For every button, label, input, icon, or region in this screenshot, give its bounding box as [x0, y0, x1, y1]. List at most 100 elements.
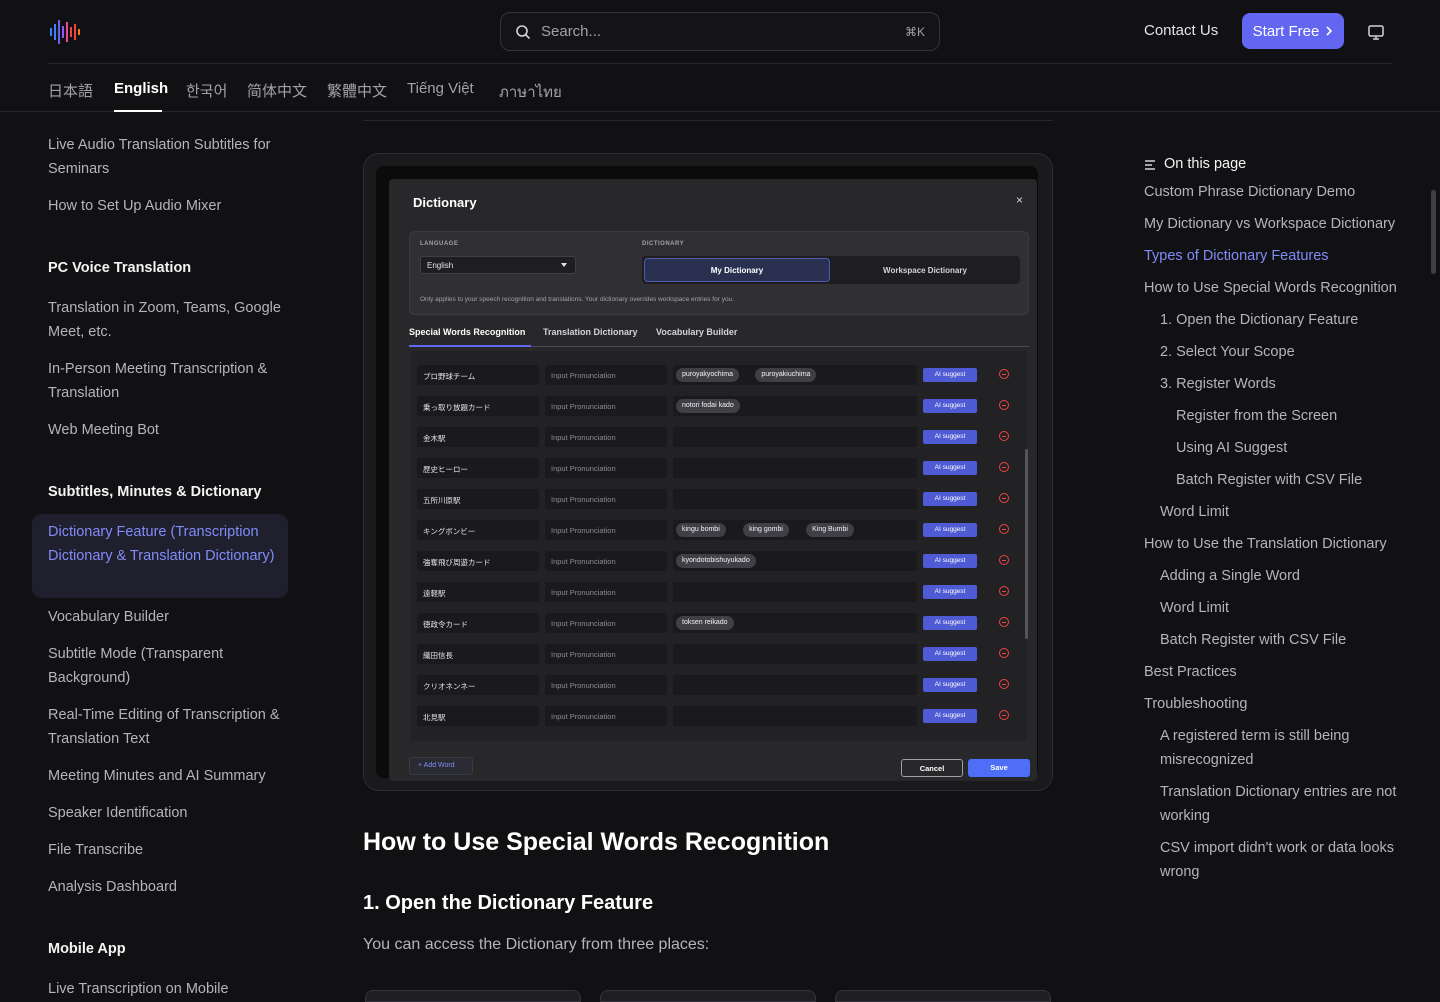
ai-suggest-button[interactable]: AI suggest — [923, 399, 977, 413]
toc-item[interactable]: Best Practices — [1144, 660, 1414, 684]
tab-translation-dictionary[interactable]: Translation Dictionary — [543, 327, 638, 337]
toc-item[interactable]: Troubleshooting — [1144, 692, 1414, 716]
toc-item[interactable]: 3. Register Words — [1160, 372, 1414, 396]
pronunciation-input[interactable]: Input Pronunciation — [545, 551, 667, 571]
pronunciation-input[interactable]: Input Pronunciation — [545, 644, 667, 664]
thumbnail-1[interactable] — [365, 990, 581, 1002]
page-scrollbar[interactable] — [1431, 190, 1436, 274]
ai-suggest-button[interactable]: AI suggest — [923, 678, 977, 692]
term-cell[interactable]: 北見駅 — [417, 706, 539, 726]
toc-item[interactable]: A registered term is still being misreco… — [1160, 724, 1414, 772]
ai-suggest-button[interactable]: AI suggest — [923, 554, 977, 568]
lang-tab-ja[interactable]: 日本語 — [48, 80, 93, 101]
ai-suggest-button[interactable]: AI suggest — [923, 492, 977, 506]
thumbnail-3[interactable] — [835, 990, 1051, 1002]
term-cell[interactable]: 乗っ取り放題カード — [417, 396, 539, 416]
lang-tab-vi[interactable]: Tiếng Việt — [407, 80, 474, 97]
sidebar-item-realtime-editing[interactable]: Real-Time Editing of Transcription & Tra… — [48, 703, 288, 751]
pronunciation-input[interactable]: Input Pronunciation — [545, 365, 667, 385]
sidebar-item-in-person[interactable]: In-Person Meeting Transcription & Transl… — [48, 357, 288, 405]
ai-suggest-button[interactable]: AI suggest — [923, 709, 977, 723]
lang-tab-en[interactable]: English — [114, 80, 168, 97]
tab-vocabulary-builder[interactable]: Vocabulary Builder — [656, 327, 737, 337]
pronunciation-chip[interactable]: puroyakiuchima — [755, 368, 817, 382]
toc-item[interactable]: Word Limit — [1160, 500, 1414, 524]
start-free-button[interactable]: Start Free — [1242, 13, 1344, 49]
delete-icon[interactable] — [999, 648, 1009, 658]
delete-icon[interactable] — [999, 462, 1009, 472]
pronunciation-chip[interactable]: king gombi — [743, 523, 789, 537]
delete-icon[interactable] — [999, 555, 1009, 565]
lang-tab-th[interactable]: ภาษาไทย — [499, 80, 562, 104]
search-input[interactable]: Search... ⌘K — [500, 12, 940, 51]
delete-icon[interactable] — [999, 586, 1009, 596]
pronunciation-chip[interactable]: kingu bombi — [676, 523, 726, 537]
sidebar-item-dictionary-active[interactable]: Dictionary Feature (Transcription Dictio… — [32, 514, 288, 598]
word-list-scrollbar[interactable] — [1025, 449, 1028, 639]
pronunciation-chip[interactable]: King Bumbi — [806, 523, 854, 537]
pronunciation-input[interactable]: Input Pronunciation — [545, 613, 667, 633]
ai-suggest-button[interactable]: AI suggest — [923, 430, 977, 444]
ai-suggest-button[interactable]: AI suggest — [923, 461, 977, 475]
cancel-button[interactable]: Cancel — [901, 759, 963, 777]
toc-item[interactable]: Translation Dictionary entries are not w… — [1160, 780, 1414, 828]
pronunciation-input[interactable]: Input Pronunciation — [545, 582, 667, 602]
toc-item[interactable]: How to Use Special Words Recognition — [1144, 276, 1414, 300]
toc-item[interactable]: Custom Phrase Dictionary Demo — [1144, 180, 1414, 204]
toc-item[interactable]: Word Limit — [1160, 596, 1414, 620]
contact-link[interactable]: Contact Us — [1144, 22, 1218, 39]
pronunciation-chip[interactable]: puroyakyochima — [676, 368, 739, 382]
sidebar-item-mobile-live[interactable]: Live Transcription on Mobile — [48, 977, 288, 1001]
pronunciation-input[interactable]: Input Pronunciation — [545, 458, 667, 478]
toc-item[interactable]: Types of Dictionary Features — [1144, 244, 1414, 268]
delete-icon[interactable] — [999, 617, 1009, 627]
delete-icon[interactable] — [999, 679, 1009, 689]
toc-item[interactable]: Batch Register with CSV File — [1176, 468, 1414, 492]
term-cell[interactable]: キングボンビー — [417, 520, 539, 540]
pronunciation-chip[interactable]: kyondotobishuyukado — [676, 554, 756, 568]
lang-tab-ko[interactable]: 한국어 — [186, 80, 227, 101]
sidebar-item-web-bot[interactable]: Web Meeting Bot — [48, 418, 288, 442]
term-cell[interactable]: クリオネンネー — [417, 675, 539, 695]
pronunciation-input[interactable]: Input Pronunciation — [545, 427, 667, 447]
close-icon[interactable]: × — [1016, 193, 1023, 207]
term-cell[interactable]: 徳政令カード — [417, 613, 539, 633]
pronunciation-input[interactable]: Input Pronunciation — [545, 675, 667, 695]
save-button[interactable]: Save — [968, 759, 1030, 777]
term-cell[interactable]: 強奪飛び周遊カード — [417, 551, 539, 571]
lang-tab-zh-hans[interactable]: 简体中文 — [247, 80, 307, 101]
delete-icon[interactable] — [999, 369, 1009, 379]
ai-suggest-button[interactable]: AI suggest — [923, 616, 977, 630]
toc-item[interactable]: CSV import didn't work or data looks wro… — [1160, 836, 1414, 884]
toc-item[interactable]: Using AI Suggest — [1176, 436, 1414, 460]
pronunciation-chip[interactable]: toksen reikado — [676, 616, 734, 630]
pronunciation-input[interactable]: Input Pronunciation — [545, 489, 667, 509]
pronunciation-input[interactable]: Input Pronunciation — [545, 396, 667, 416]
delete-icon[interactable] — [999, 710, 1009, 720]
pronunciation-input[interactable]: Input Pronunciation — [545, 520, 667, 540]
toc-item[interactable]: 1. Open the Dictionary Feature — [1160, 308, 1414, 332]
term-cell[interactable]: 金木駅 — [417, 427, 539, 447]
ai-suggest-button[interactable]: AI suggest — [923, 368, 977, 382]
sidebar-item-subtitle-mode[interactable]: Subtitle Mode (Transparent Background) — [48, 642, 288, 690]
logo-icon[interactable] — [48, 18, 84, 46]
delete-icon[interactable] — [999, 431, 1009, 441]
sidebar-item-speaker[interactable]: Speaker Identification — [48, 801, 288, 825]
term-cell[interactable]: 歴史ヒーロー — [417, 458, 539, 478]
sidebar-item-live-audio[interactable]: Live Audio Translation Subtitles for Sem… — [48, 133, 288, 181]
monitor-icon[interactable] — [1366, 22, 1386, 42]
sidebar-item-zoom-teams[interactable]: Translation in Zoom, Teams, Google Meet,… — [48, 296, 288, 344]
pronunciation-input[interactable]: Input Pronunciation — [545, 706, 667, 726]
sidebar-item-vocabulary[interactable]: Vocabulary Builder — [48, 605, 288, 629]
sidebar-item-file-transcribe[interactable]: File Transcribe — [48, 838, 288, 862]
term-cell[interactable]: 織田信長 — [417, 644, 539, 664]
toc-item[interactable]: Batch Register with CSV File — [1160, 628, 1414, 652]
sidebar-item-audio-mixer[interactable]: How to Set Up Audio Mixer — [48, 194, 288, 218]
term-cell[interactable]: プロ野球チーム — [417, 365, 539, 385]
tab-special-words[interactable]: Special Words Recognition — [409, 327, 525, 337]
ai-suggest-button[interactable]: AI suggest — [923, 523, 977, 537]
delete-icon[interactable] — [999, 400, 1009, 410]
pronunciation-chip[interactable]: notori fodai kado — [676, 399, 740, 413]
delete-icon[interactable] — [999, 524, 1009, 534]
thumbnail-2[interactable] — [600, 990, 816, 1002]
